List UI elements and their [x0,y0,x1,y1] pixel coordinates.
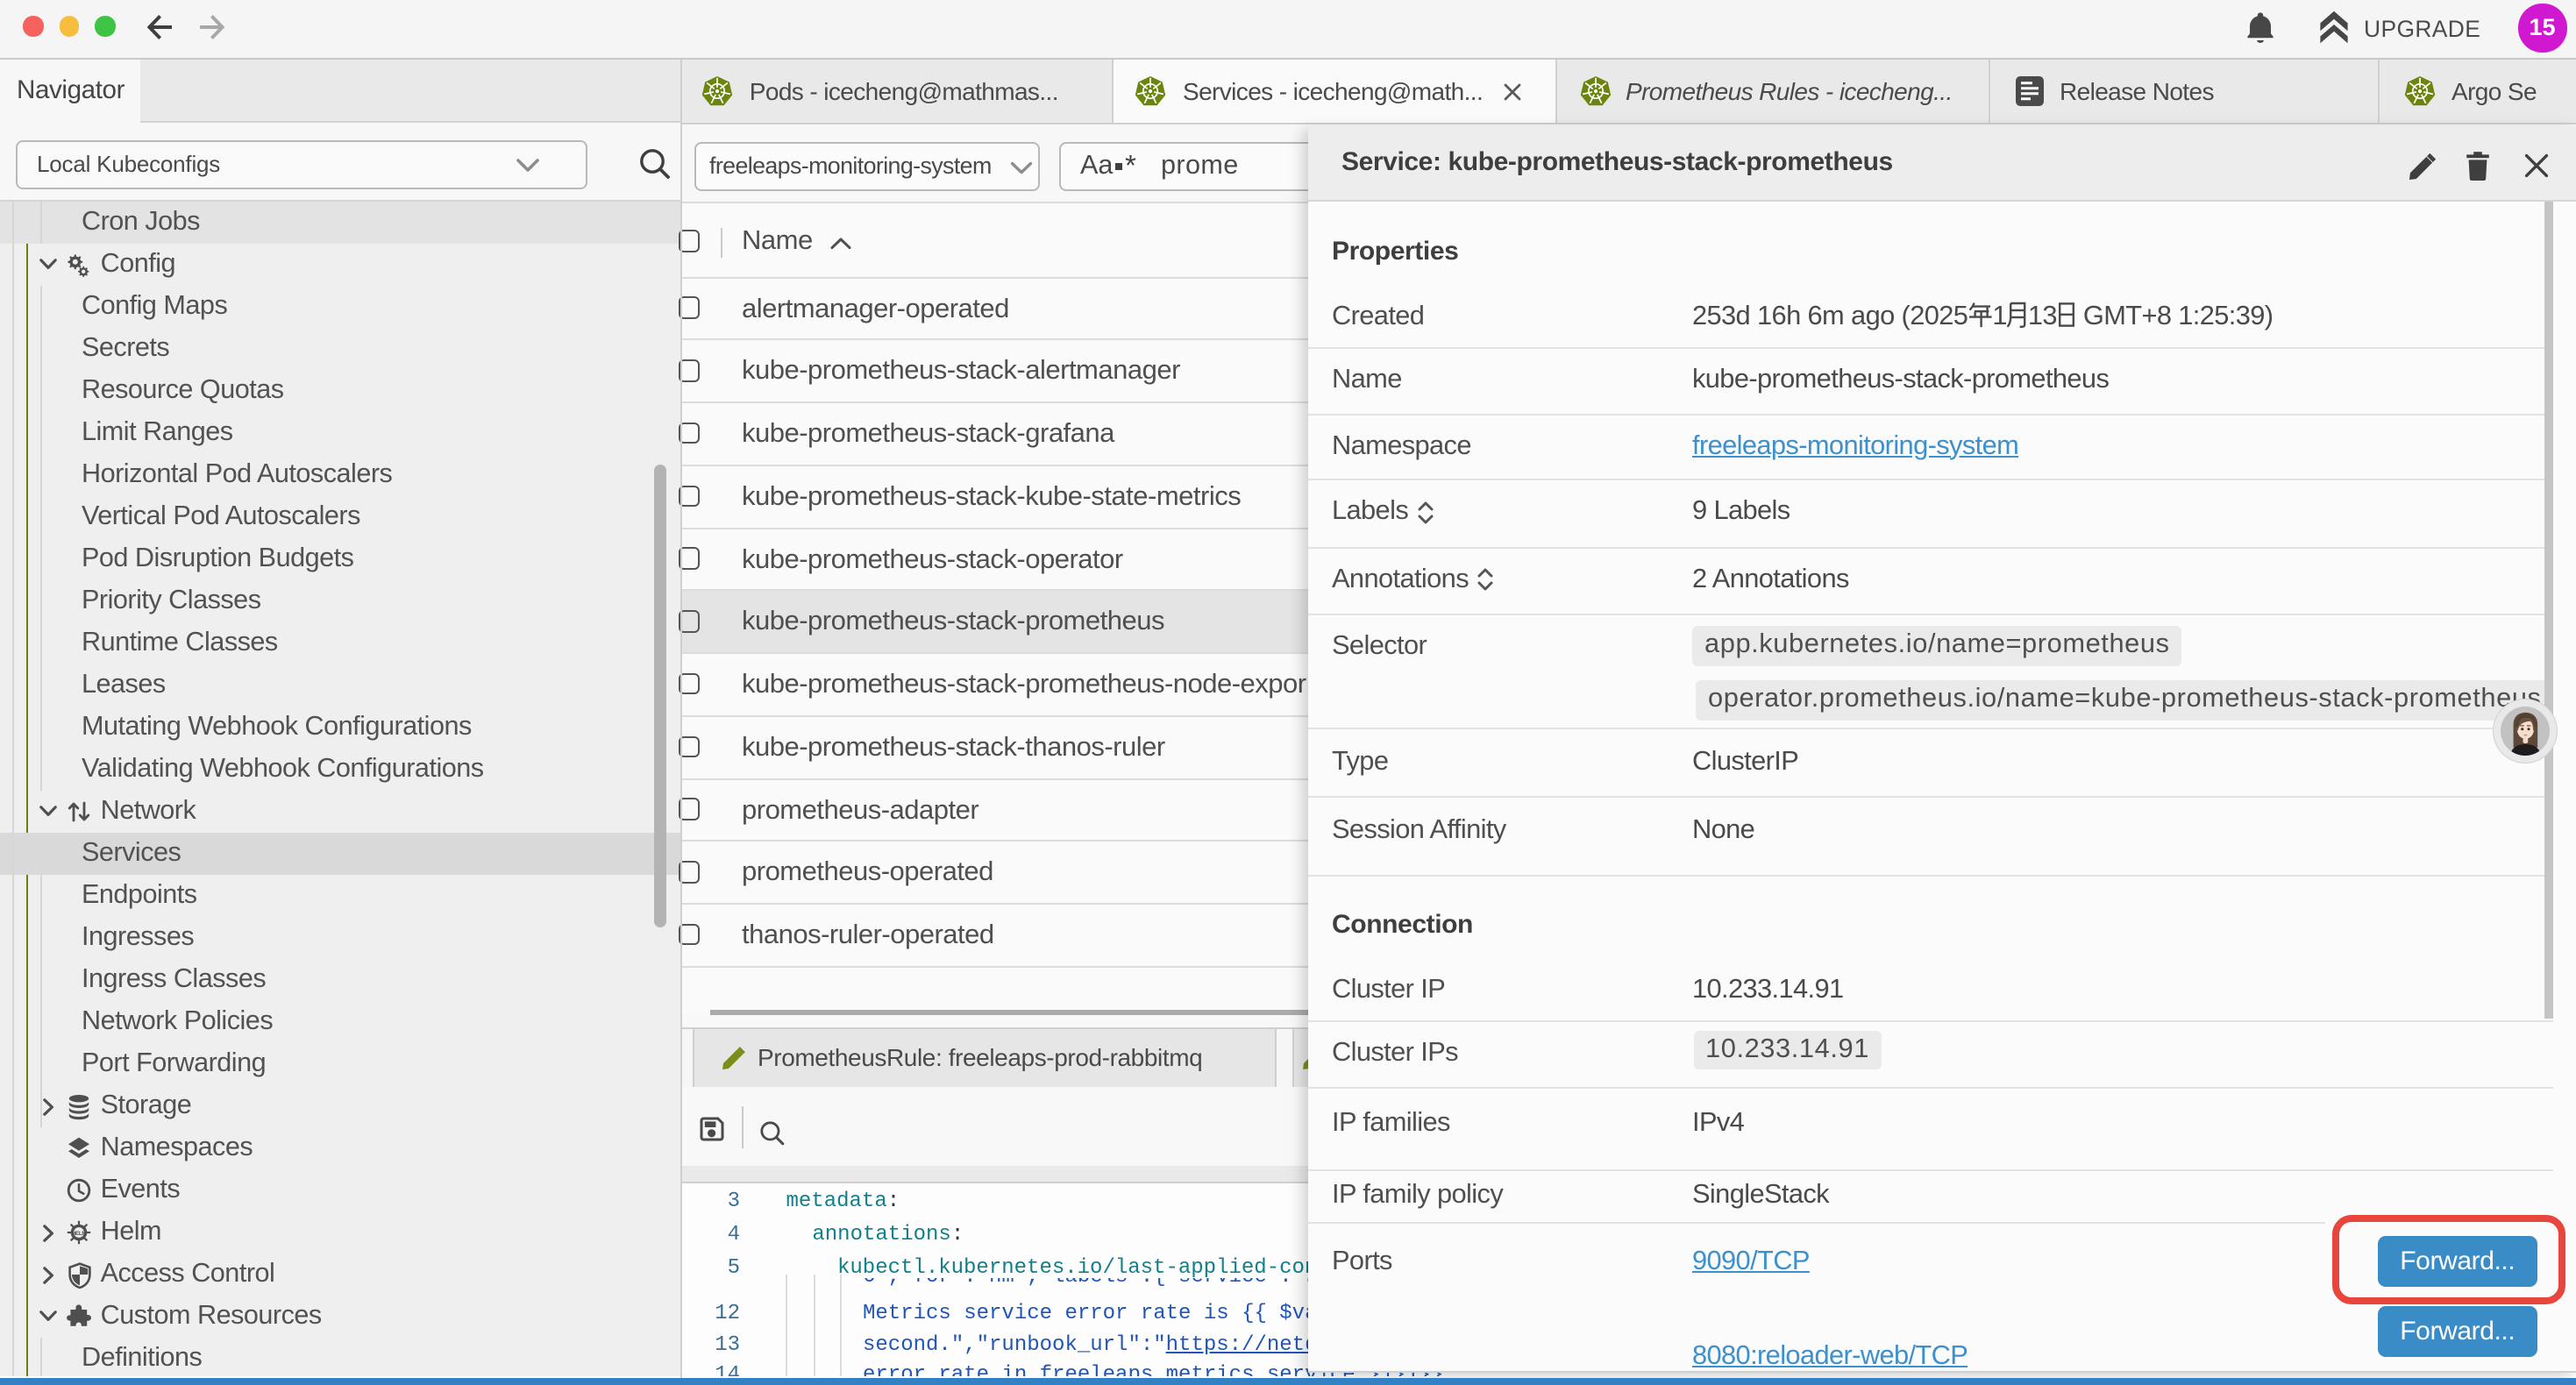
svg-text:HELM: HELM [72,1231,86,1237]
